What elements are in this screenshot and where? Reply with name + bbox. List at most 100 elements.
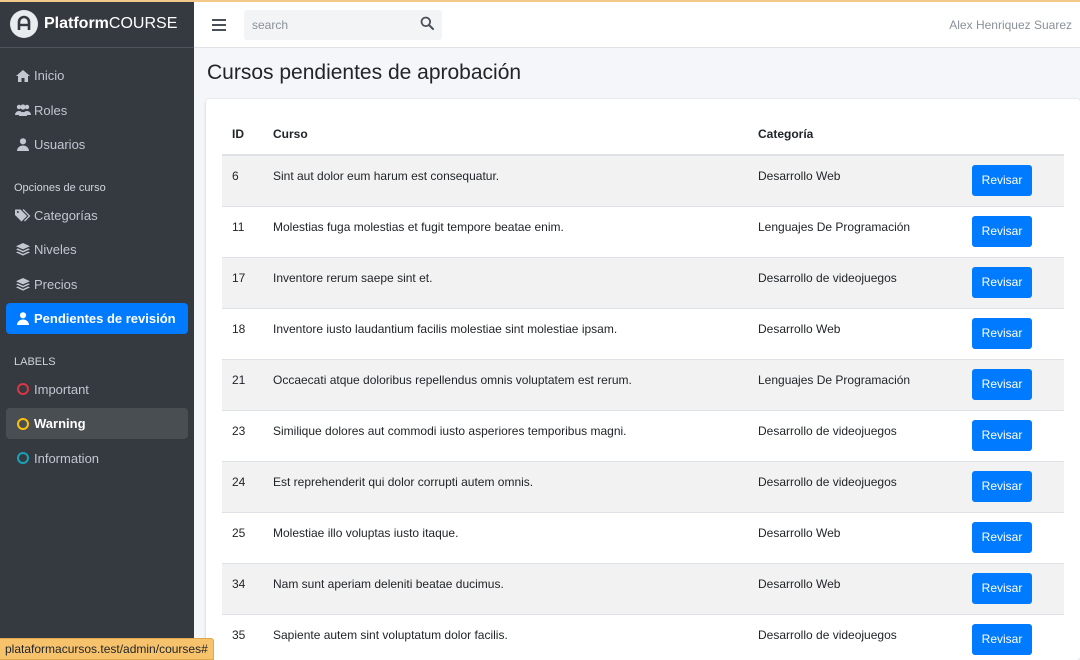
course-name: Nam sunt aperiam deleniti beatae ducimus…	[263, 563, 748, 615]
table-row: 21 Occaecati atque doloribus repellendus …	[222, 359, 1064, 411]
course-category: Desarrollo Web	[748, 563, 962, 615]
table-row: 24 Est reprehenderit qui dolor corrupti a…	[222, 461, 1064, 513]
course-id: 24	[222, 461, 263, 513]
actions-cell: Revisar	[962, 461, 1064, 513]
actions-cell: Revisar	[962, 308, 1064, 360]
sidebar-item-label: Inicio	[34, 68, 65, 83]
sidebar-item-categorias[interactable]: Categorías	[6, 200, 188, 231]
course-category: Desarrollo Web	[748, 308, 962, 360]
sidebar-item-label: Pendientes de revisión	[34, 311, 176, 326]
review-button[interactable]: Revisar	[972, 216, 1032, 247]
circle-icon	[14, 452, 32, 464]
actions-cell: Revisar	[962, 155, 1064, 207]
course-category: Desarrollo de videojuegos	[748, 257, 962, 309]
sidebar-item-label: Important	[34, 381, 89, 397]
sidebar-label-warning[interactable]: Warning	[6, 408, 188, 439]
course-category: Desarrollo de videojuegos	[748, 614, 962, 660]
course-category: Desarrollo de videojuegos	[748, 410, 962, 462]
sidebar-section-labels: LABELS	[14, 355, 56, 368]
course-name: Molestiae illo voluptas iusto itaque.	[263, 512, 748, 564]
course-name: Occaecati atque doloribus repellendus om…	[263, 359, 748, 411]
course-category: Desarrollo de videojuegos	[748, 461, 962, 513]
column-header-id: ID	[222, 113, 263, 156]
column-header-category: Categoría	[748, 113, 962, 156]
table-row: 34 Nam sunt aperiam deleniti beatae ducim…	[222, 563, 1064, 615]
course-id: 34	[222, 563, 263, 615]
sidebar-item-inicio[interactable]: Inicio	[6, 60, 188, 91]
brand-name: PlatformCOURSE	[44, 14, 178, 32]
sidebar-item-label: Information	[34, 450, 100, 466]
course-name: Sint aut dolor eum harum est consequatur…	[263, 155, 748, 207]
actions-cell: Revisar	[962, 614, 1064, 660]
column-header-course: Curso	[263, 113, 748, 156]
sidebar-item-pendientes[interactable]: Pendientes de revisión	[6, 303, 188, 334]
review-button[interactable]: Revisar	[972, 369, 1032, 400]
table-row: 18 Inventore iusto laudantium facilis mol…	[222, 308, 1064, 360]
search-input[interactable]	[252, 17, 402, 32]
course-id: 18	[222, 308, 263, 360]
table-row: 17 Inventore rerum saepe sint et. Desarrol…	[222, 257, 1064, 309]
pending-courses-card: ID Curso Categoría 6 Sint aut dolor eum h…	[206, 99, 1080, 660]
circle-icon	[14, 383, 32, 395]
table-header-row: ID Curso Categoría	[222, 113, 1064, 156]
circle-icon	[14, 417, 32, 430]
layers-icon	[14, 243, 32, 256]
review-button[interactable]: Revisar	[972, 624, 1032, 655]
page-title: Cursos pendientes de aprobación	[207, 61, 522, 84]
course-id: 23	[222, 410, 263, 462]
sidebar-item-precios[interactable]: Precios	[6, 269, 188, 300]
menu-toggle-icon[interactable]	[212, 18, 226, 31]
course-name: Est reprehenderit qui dolor corrupti aut…	[263, 461, 748, 513]
user-icon	[14, 138, 32, 151]
course-id: 11	[222, 206, 263, 258]
table-row: 25 Molestiae illo voluptas iusto itaque. D…	[222, 512, 1064, 564]
brand[interactable]: PlatformCOURSE	[0, 0, 194, 48]
course-id: 17	[222, 257, 263, 309]
search-icon[interactable]	[420, 16, 434, 33]
review-button[interactable]: Revisar	[972, 573, 1032, 604]
course-category: Lenguajes De Programación	[748, 206, 962, 258]
sidebar-item-label: Warning	[34, 416, 86, 431]
actions-cell: Revisar	[962, 563, 1064, 615]
course-category: Lenguajes De Programación	[748, 359, 962, 411]
sidebar-item-niveles[interactable]: Niveles	[6, 234, 188, 265]
home-icon	[14, 69, 32, 82]
review-button[interactable]: Revisar	[972, 420, 1032, 451]
review-button[interactable]: Revisar	[972, 165, 1032, 197]
layers-icon	[14, 277, 32, 291]
table-row: 35 Sapiente autem sint voluptatum dolor f…	[222, 614, 1064, 660]
actions-cell: Revisar	[962, 206, 1064, 258]
user-icon	[14, 312, 32, 325]
pending-courses-table: ID Curso Categoría 6 Sint aut dolor eum h…	[222, 113, 1064, 660]
sidebar-item-usuarios[interactable]: Usuarios	[6, 129, 188, 160]
top-accent-line	[0, 0, 1080, 2]
course-category: Desarrollo Web	[748, 512, 962, 564]
table-row: 11 Molestias fuga molestias et fugit temp…	[222, 206, 1064, 258]
column-header-actions	[962, 113, 1064, 156]
sidebar-nav: Inicio Roles Usuarios Opciones de curso …	[0, 48, 194, 474]
sidebar: PlatformCOURSE Inicio Roles Usuarios Opc…	[0, 0, 194, 660]
actions-cell: Revisar	[962, 512, 1064, 564]
course-id: 35	[222, 614, 263, 660]
course-name: Sapiente autem sint voluptatum dolor fac…	[263, 614, 748, 660]
user-name[interactable]: Alex Henriquez Suarez	[949, 18, 1072, 32]
sidebar-item-label: Niveles	[34, 242, 77, 257]
course-category: Desarrollo Web	[748, 155, 962, 207]
search-box	[244, 9, 442, 40]
course-id: 25	[222, 512, 263, 564]
sidebar-label-information[interactable]: Information	[6, 443, 188, 474]
sidebar-item-label: Categorías	[34, 207, 98, 223]
tags-icon	[14, 208, 32, 222]
review-button[interactable]: Revisar	[972, 267, 1032, 298]
table-row: 6 Sint aut dolor eum harum est consequatu…	[222, 155, 1064, 207]
review-button[interactable]: Revisar	[972, 471, 1032, 502]
actions-cell: Revisar	[962, 359, 1064, 411]
course-id: 6	[222, 155, 263, 207]
review-button[interactable]: Revisar	[972, 522, 1032, 553]
review-button[interactable]: Revisar	[972, 318, 1032, 349]
actions-cell: Revisar	[962, 410, 1064, 462]
sidebar-item-roles[interactable]: Roles	[6, 95, 188, 126]
status-url: plataformacursos.test/admin/courses#	[0, 638, 214, 660]
sidebar-label-important[interactable]: Important	[6, 374, 188, 405]
sidebar-item-label: Precios	[34, 276, 78, 292]
